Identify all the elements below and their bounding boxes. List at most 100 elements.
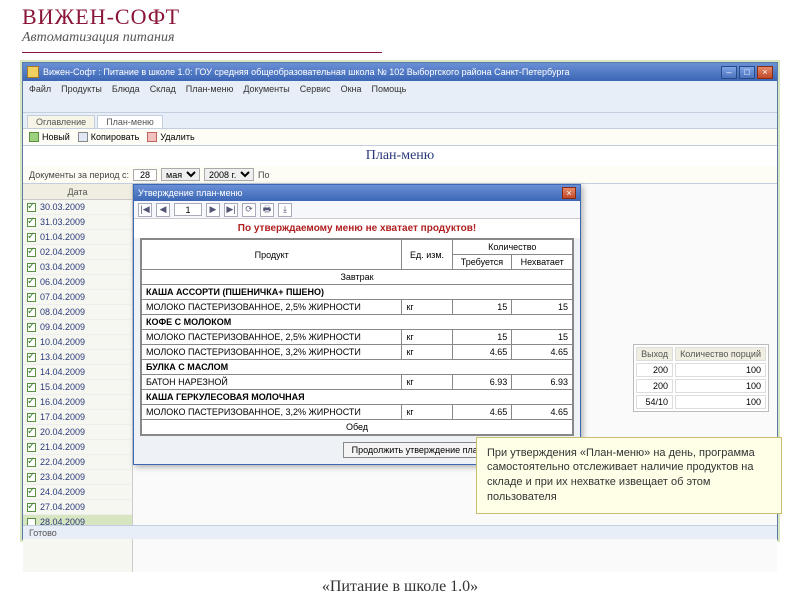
dialog-close-button[interactable]: × [562, 187, 576, 199]
checkbox-icon[interactable] [27, 323, 36, 332]
minimize-button[interactable]: – [721, 66, 737, 79]
checkbox-icon[interactable] [27, 398, 36, 407]
date-value: 30.03.2009 [40, 202, 85, 212]
page-number[interactable] [174, 203, 202, 216]
checkbox-icon[interactable] [27, 428, 36, 437]
tab-plan-menu[interactable]: План-меню [97, 115, 163, 128]
date-header: Дата [23, 184, 132, 200]
checkbox-icon[interactable] [27, 353, 36, 362]
checkbox-icon[interactable] [27, 203, 36, 212]
date-row[interactable]: 06.04.2009 [23, 275, 132, 290]
date-value: 20.04.2009 [40, 427, 85, 437]
export-icon[interactable]: ⤓ [278, 203, 292, 217]
date-row[interactable]: 22.04.2009 [23, 455, 132, 470]
checkbox-icon[interactable] [27, 233, 36, 242]
checkbox-icon[interactable] [27, 503, 36, 512]
date-row[interactable]: 24.04.2009 [23, 485, 132, 500]
col-product: Продукт [142, 240, 402, 270]
date-row[interactable]: 31.03.2009 [23, 215, 132, 230]
col-unit: Ед. изм. [402, 240, 452, 270]
nav-next[interactable]: ▶ [206, 203, 220, 217]
menu-products[interactable]: Продукты [61, 84, 102, 94]
statusbar: Готово [23, 525, 777, 539]
period-month[interactable]: мая [161, 168, 200, 181]
menu-dishes[interactable]: Блюда [112, 84, 140, 94]
col-required: Требуется [452, 255, 512, 270]
date-row[interactable]: 01.04.2009 [23, 230, 132, 245]
checkbox-icon[interactable] [27, 278, 36, 287]
checkbox-icon[interactable] [27, 473, 36, 482]
nav-first[interactable]: |◀ [138, 203, 152, 217]
print-icon[interactable]: 🖶 [260, 203, 274, 217]
date-row[interactable]: 21.04.2009 [23, 440, 132, 455]
date-row[interactable]: 09.04.2009 [23, 320, 132, 335]
date-value: 27.04.2009 [40, 502, 85, 512]
date-list: Дата 30.03.2009 31.03.2009 01.04.2009 02.04… [23, 184, 133, 572]
date-value: 01.04.2009 [40, 232, 85, 242]
delete-icon [147, 132, 157, 142]
date-value: 24.04.2009 [40, 487, 85, 497]
date-value: 17.04.2009 [40, 412, 85, 422]
shortage-grid: Продукт Ед. изм. Количество Требуется Не… [140, 238, 574, 436]
checkbox-icon[interactable] [27, 263, 36, 272]
page-title: План-меню [23, 146, 777, 166]
menu-windows[interactable]: Окна [341, 84, 362, 94]
date-row[interactable]: 17.04.2009 [23, 410, 132, 425]
nav-last[interactable]: ▶| [224, 203, 238, 217]
menu-stock[interactable]: Склад [150, 84, 176, 94]
col-shortage: Нехватает [512, 255, 573, 270]
checkbox-icon[interactable] [27, 308, 36, 317]
new-button[interactable]: Новый [29, 132, 70, 142]
menu-file[interactable]: Файл [29, 84, 51, 94]
menu-help[interactable]: Помощь [372, 84, 407, 94]
date-row[interactable]: 16.04.2009 [23, 395, 132, 410]
dialog-titlebar[interactable]: Утверждение план-меню × [134, 185, 580, 201]
date-row[interactable]: 23.04.2009 [23, 470, 132, 485]
checkbox-icon[interactable] [27, 458, 36, 467]
date-row[interactable]: 10.04.2009 [23, 335, 132, 350]
period-day[interactable] [133, 169, 157, 181]
col-qty-group: Количество [452, 240, 572, 255]
date-row[interactable]: 08.04.2009 [23, 305, 132, 320]
checkbox-icon[interactable] [27, 383, 36, 392]
close-button[interactable]: × [757, 66, 773, 79]
menu-service[interactable]: Сервис [300, 84, 331, 94]
toolbar-icons [23, 97, 777, 113]
date-row[interactable]: 03.04.2009 [23, 260, 132, 275]
menu-plan[interactable]: План-меню [186, 84, 234, 94]
date-row[interactable]: 20.04.2009 [23, 425, 132, 440]
date-value: 16.04.2009 [40, 397, 85, 407]
checkbox-icon[interactable] [27, 368, 36, 377]
checkbox-icon[interactable] [27, 218, 36, 227]
nav-prev[interactable]: ◀ [156, 203, 170, 217]
tab-contents[interactable]: Оглавление [27, 115, 95, 128]
date-row[interactable]: 27.04.2009 [23, 500, 132, 515]
titlebar[interactable]: Вижен-Софт : Питание в школе 1.0: ГОУ ср… [23, 63, 777, 81]
menubar: Файл Продукты Блюда Склад План-меню Доку… [23, 81, 777, 97]
brand-subtitle: Автоматизация питания [22, 30, 180, 46]
date-value: 02.04.2009 [40, 247, 85, 257]
approval-dialog: Утверждение план-меню × |◀ ◀ ▶ ▶| ⟳ 🖶 ⤓ … [133, 184, 581, 465]
checkbox-icon[interactable] [27, 488, 36, 497]
date-row[interactable]: 02.04.2009 [23, 245, 132, 260]
date-row[interactable]: 15.04.2009 [23, 380, 132, 395]
menu-docs[interactable]: Документы [243, 84, 289, 94]
maximize-button[interactable]: □ [739, 66, 755, 79]
checkbox-icon[interactable] [27, 413, 36, 422]
date-value: 14.04.2009 [40, 367, 85, 377]
checkbox-icon[interactable] [27, 443, 36, 452]
checkbox-icon[interactable] [27, 248, 36, 257]
date-value: 15.04.2009 [40, 382, 85, 392]
copy-button[interactable]: Копировать [78, 132, 139, 142]
date-row[interactable]: 30.03.2009 [23, 200, 132, 215]
refresh-icon[interactable]: ⟳ [242, 203, 256, 217]
period-year[interactable]: 2008 г. [204, 168, 254, 181]
date-row[interactable]: 13.04.2009 [23, 350, 132, 365]
date-row[interactable]: 14.04.2009 [23, 365, 132, 380]
date-row[interactable]: 07.04.2009 [23, 290, 132, 305]
checkbox-icon[interactable] [27, 338, 36, 347]
date-value: 03.04.2009 [40, 262, 85, 272]
period-row: Документы за период с: мая 2008 г. По [23, 166, 777, 184]
checkbox-icon[interactable] [27, 293, 36, 302]
delete-button[interactable]: Удалить [147, 132, 194, 142]
